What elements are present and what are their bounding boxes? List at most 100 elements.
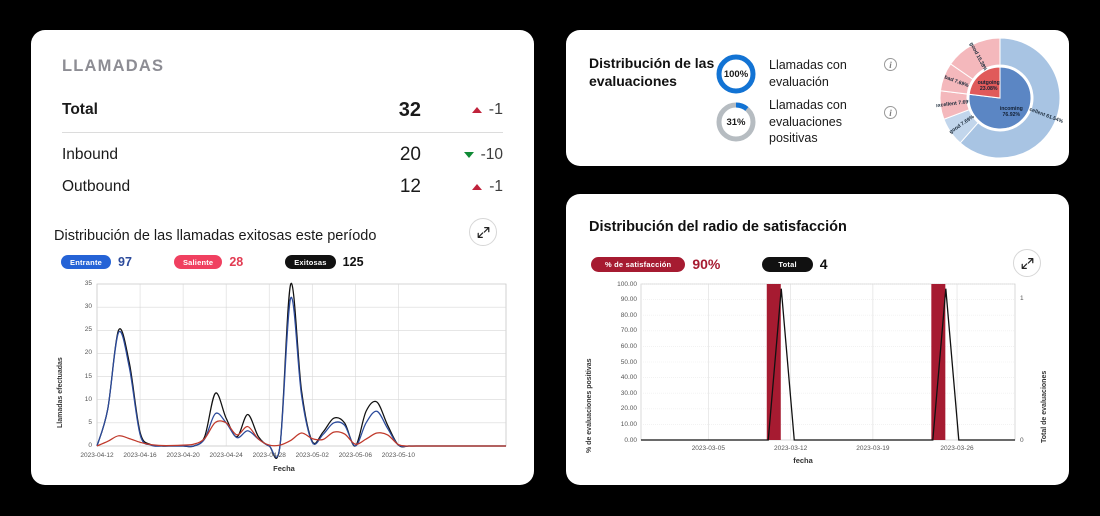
sunburst-svg: excellent 61.54%good 7.69%excellent 7.69… [934, 37, 1064, 159]
x-axis-tick: 2023-03-26 [940, 445, 974, 452]
y-axis-tick: 50.00 [620, 358, 637, 366]
trend-down-icon [463, 152, 474, 158]
evaluations-metric-list: 100% Llamadas con evaluación 31% Llamada… [714, 50, 894, 146]
expand-chart-button[interactable] [469, 218, 497, 246]
chart-title-calls: Distribución de las llamadas exitosas es… [54, 228, 377, 244]
evaluations-sunburst-chart[interactable]: excellent 61.54% good 7.69% excellent 7.69… [934, 34, 1064, 162]
legend-item-entrante[interactable]: Entrante 97 [61, 255, 132, 269]
legend-pill-entrante: Entrante [61, 255, 112, 269]
calls-line-chart[interactable]: Llamadas efectuadas Fecha 0 5 10 15 20 25 30 35… [54, 278, 514, 478]
progress-ring-label: 31% [726, 116, 746, 128]
y-axis-tick: 25 [84, 326, 92, 334]
list-item: 100% Llamadas con evaluación [714, 50, 894, 98]
y-axis-tick: 10.00 [620, 420, 637, 428]
satisfaction-chart-svg [640, 283, 1016, 441]
kpi-table: Total 32 -1 Inbound 20 -10 Outbound 12 -… [62, 92, 503, 203]
x-axis-tick: 2023-04-12 [80, 452, 114, 459]
x-axis-tick: 2023-05-10 [381, 452, 415, 459]
y-axis-tick: 35 [84, 280, 92, 287]
legend-value-satisfaction: 90% [692, 256, 721, 272]
legend-item-total[interactable]: Total 4 [762, 256, 828, 272]
legend-value-exitosas: 125 [342, 255, 364, 269]
y-axis-title: % de evaluaciones positivas [586, 358, 593, 453]
expand-diagonal-icon [477, 226, 489, 238]
info-icon[interactable]: i [884, 106, 897, 119]
evaluations-metric-label: Llamadas con evaluación [769, 58, 847, 89]
kpi-label-inbound: Inbound [62, 146, 119, 163]
x-axis-tick: 2023-04-20 [166, 452, 200, 459]
x-axis-title: fecha [793, 456, 813, 465]
calls-chart-svg [96, 283, 507, 459]
evaluations-metric-label: Llamadas con evaluaciones positivas [769, 97, 847, 146]
legend-item-satisfaction[interactable]: % de satisfacción 90% [591, 256, 720, 272]
y-axis-tick: 40.00 [620, 374, 637, 382]
x-axis-title: Fecha [273, 464, 295, 473]
legend-pill-total: Total [762, 256, 813, 272]
satisfaction-chart[interactable]: % de evaluaciones positivas Total de eva… [583, 278, 1053, 470]
kpi-label-outbound: Outbound [62, 178, 131, 195]
legend-item-exitosas[interactable]: Exitosas 125 [285, 255, 364, 269]
progress-ring-positive: 31% [714, 100, 758, 144]
kpi-value-inbound: 20 [399, 144, 421, 165]
kpi-value-outbound: 12 [399, 176, 421, 197]
kpi-value-total: 32 [398, 98, 421, 121]
legend-value-saliente: 28 [229, 255, 244, 269]
legend-value-total: 4 [819, 256, 828, 272]
divider [62, 132, 503, 133]
evaluations-title: Distribución de las evaluaciones [589, 55, 715, 90]
y-axis-tick: 90.00 [620, 296, 637, 304]
y-axis-tick: 0 [88, 442, 92, 449]
chart-legend-satisfaction: % de satisfacción 90% Total 4 [591, 256, 828, 272]
x-axis-tick: 2023-03-12 [773, 445, 808, 452]
progress-ring-label: 100% [723, 68, 749, 80]
y-axis-tick: 80.00 [620, 311, 637, 319]
trend-up-icon [472, 184, 483, 190]
expand-diagonal-icon [1021, 257, 1033, 269]
x-axis-tick: 2023-04-24 [209, 452, 243, 459]
y-axis-tick: 30 [84, 303, 92, 311]
y-axis-tick: 20.00 [620, 405, 637, 413]
y-axis-tick: 5 [88, 418, 92, 426]
satisfaction-card: Distribución del radio de satisfacción %… [566, 194, 1069, 485]
satisfaction-title: Distribución del radio de satisfacción [589, 219, 847, 235]
y-axis-tick: 0.00 [624, 436, 637, 444]
y2-axis-tick: 0 [1020, 436, 1024, 444]
x-axis-tick: 2023-04-16 [123, 452, 157, 459]
list-item: 31% Llamadas con evaluaciones positivas [714, 98, 894, 146]
legend-pill-saliente: Saliente [173, 255, 223, 269]
legend-pill-exitosas: Exitosas [285, 255, 336, 269]
y-axis-tick: 100.00 [617, 280, 637, 288]
kpi-delta-total-value: -1 [488, 101, 503, 118]
kpi-delta-total: -1 [421, 101, 503, 119]
info-icon[interactable]: i [884, 58, 897, 71]
kpi-delta-outbound: -1 [421, 178, 503, 196]
kpi-delta-inbound-value: -10 [480, 146, 503, 163]
y-axis-tick: 20 [84, 349, 92, 357]
y-axis-tick: 70.00 [620, 327, 637, 335]
page-title: LLAMADAS [62, 57, 165, 75]
kpi-delta-inbound: -10 [421, 146, 503, 164]
x-axis-tick: 2023-03-19 [856, 445, 890, 452]
table-row: Outbound 12 -1 [62, 171, 503, 203]
kpi-label-total: Total [62, 101, 98, 118]
y2-axis-title: Total de evaluaciones [1041, 370, 1048, 443]
table-row: Inbound 20 -10 [62, 139, 503, 171]
legend-value-entrante: 97 [118, 255, 132, 269]
y-axis-tick: 30.00 [620, 389, 637, 397]
y-axis-tick: 10 [84, 395, 92, 403]
x-axis-tick: 2023-04-28 [252, 452, 286, 459]
expand-chart-button[interactable] [1013, 249, 1041, 277]
x-axis-tick: 2023-05-06 [338, 452, 372, 459]
y2-axis-tick: 1 [1020, 294, 1024, 302]
trend-up-icon [471, 107, 482, 113]
chart-legend-calls: Entrante 97 Saliente 28 Exitosas 125 [61, 255, 364, 269]
y-axis-tick: 60.00 [620, 342, 637, 350]
x-axis-tick: 2023-05-02 [295, 452, 329, 459]
x-axis-tick: 2023-03-05 [691, 445, 725, 452]
kpi-delta-outbound-value: -1 [489, 178, 503, 195]
evaluations-card: Distribución de las evaluaciones 100% Ll… [566, 30, 1069, 166]
calls-card: LLAMADAS Total 32 -1 Inbound 20 -10 Outb… [31, 30, 534, 485]
legend-item-saliente[interactable]: Saliente 28 [173, 255, 244, 269]
y-axis-tick: 15 [84, 372, 92, 380]
y-axis-title: Llamadas efectuadas [57, 357, 64, 428]
